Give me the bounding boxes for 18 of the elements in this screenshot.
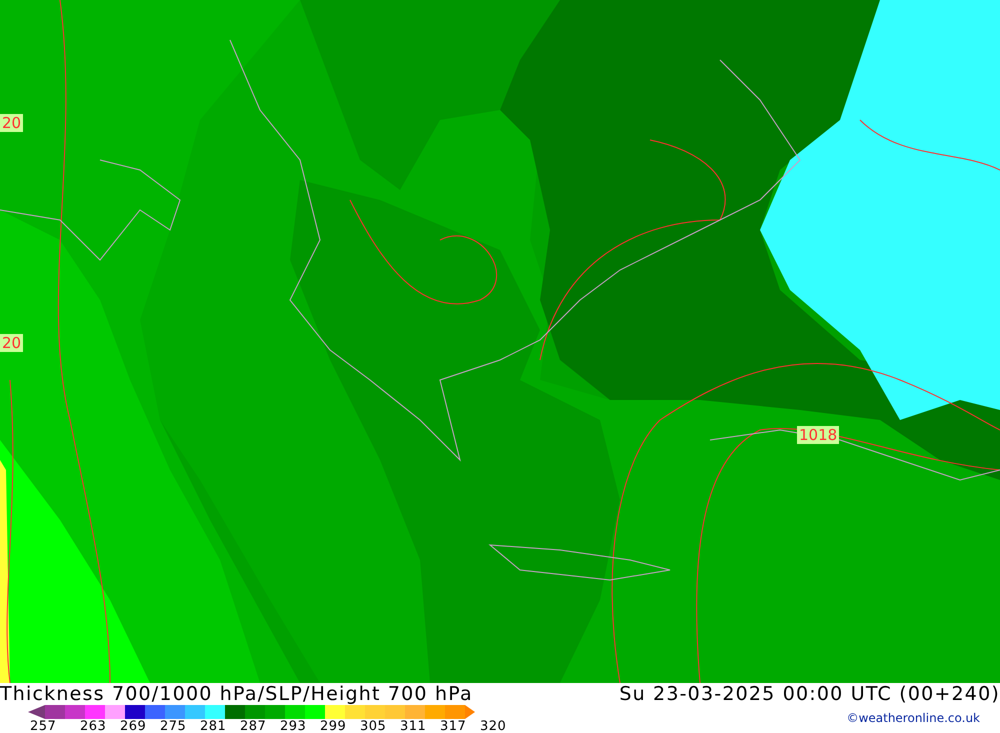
legend-tick-label: 293: [280, 719, 308, 733]
isobar-label: 20: [0, 114, 24, 132]
isobar-label: 1018: [797, 426, 840, 444]
legend-tick-label: 299: [320, 719, 348, 733]
valid-time: Su 23-03-2025 00:00 UTC (00+240): [619, 683, 1000, 705]
isobar-label: 20: [0, 334, 24, 352]
legend-tick-label: 281: [200, 719, 228, 733]
copyright-text: ©weatheronline.co.uk: [846, 711, 980, 725]
chart-title: Thickness 700/1000 hPa/SLP/Height 700 hPa: [0, 683, 473, 705]
legend-tick-label: 320: [480, 719, 508, 733]
legend-tick-label: 317: [440, 719, 468, 733]
legend-tick-label: 305: [360, 719, 388, 733]
legend-tick-label: 311: [400, 719, 428, 733]
legend-tick-label: 257: [29, 719, 58, 733]
legend-tick-label: 275: [160, 719, 188, 733]
legend-tick-label: 263: [80, 719, 108, 733]
legend-tick-label: 269: [120, 719, 148, 733]
legend-tick-label: 287: [240, 719, 268, 733]
